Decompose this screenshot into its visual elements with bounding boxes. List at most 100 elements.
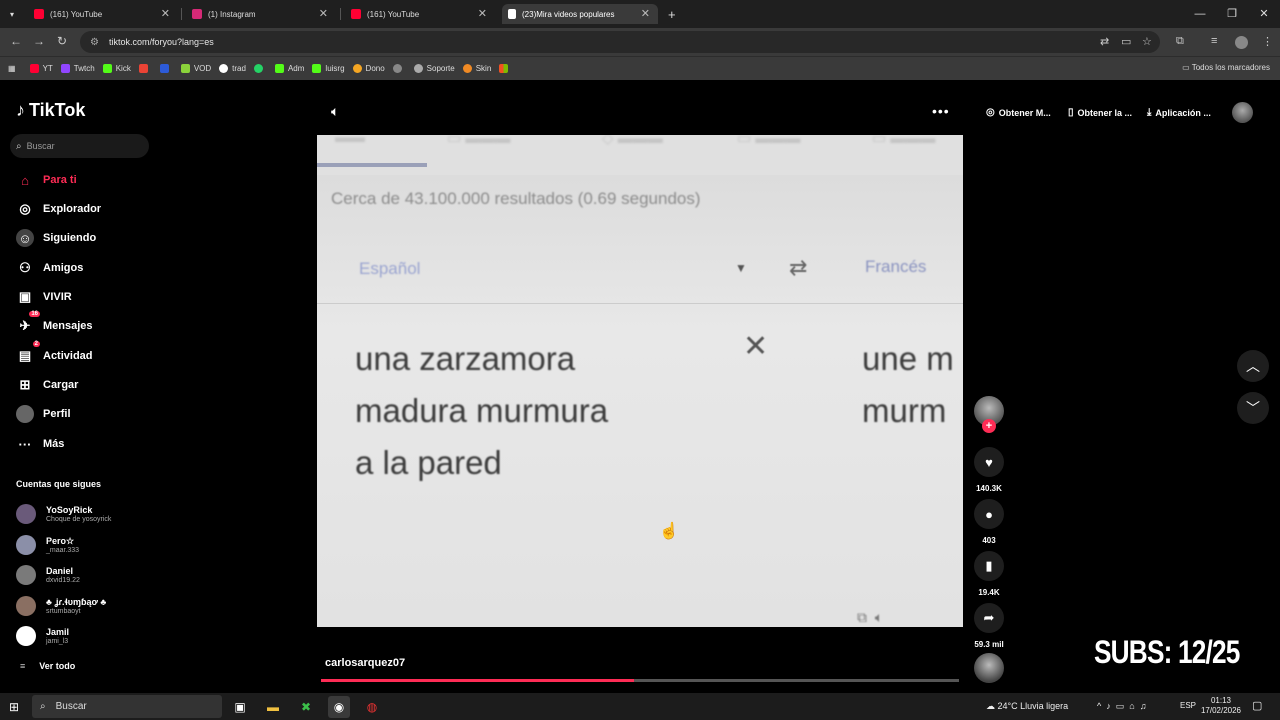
bookmark-xbox[interactable] [392,64,406,73]
tab-tiktok[interactable]: (23)Mira videos populares ✕ [502,4,658,24]
comment-button[interactable]: ● 403 [974,499,1004,545]
nav-para-ti[interactable]: ⌂ Para ti [16,171,77,189]
music-disc-avatar[interactable] [974,653,1004,683]
following-account[interactable]: ♣ ʝɾ.ɬυɱɓąơ ♣ srtumbaoyt [16,596,106,616]
app-link[interactable]: ⤓ Aplicación ... [1147,107,1211,118]
site-info-icon[interactable]: ⚙ [90,37,99,48]
system-tray[interactable]: ^♪▭⌂♫ [1097,701,1151,712]
close-window-icon[interactable]: ✕ [1248,0,1280,28]
bookmark-luisrg[interactable]: luisrg [312,64,345,73]
get-app-link-1[interactable]: ◎ Obtener M... [986,107,1051,118]
profile-avatar-icon[interactable] [1235,36,1248,49]
clock[interactable]: 01:13 17/02/2026 [1200,696,1242,716]
bookmark-star-icon[interactable]: ☆ [1142,35,1152,48]
tab-youtube-1[interactable]: (161) YouTube ✕ [28,4,178,24]
nav-mas[interactable]: ··· Más [16,435,65,453]
get-app-link-2[interactable]: ▯ Obtener la ... [1068,107,1132,118]
recording-app-icon[interactable]: ◍ [361,696,383,718]
nav-vivir[interactable]: ▣ VIVIR [16,288,72,306]
following-account[interactable]: Pero☆ _maar.333 [16,535,79,555]
forward-icon[interactable]: → [33,34,45,48]
video-progress-bar[interactable] [321,679,959,682]
address-bar[interactable]: ⚙ tiktok.com/foryou?lang=es [80,31,1160,53]
nav-cargar[interactable]: ⊞ Cargar [16,376,79,394]
following-account[interactable]: Jamil jami_l3 [16,626,69,646]
tab-youtube-2[interactable]: (161) YouTube ✕ [345,4,495,24]
back-icon[interactable]: ← [10,34,22,48]
weather-widget[interactable]: ☁ 24°C Lluvia ligera [986,701,1068,712]
follow-plus-icon[interactable]: + [982,419,996,433]
video-username[interactable]: carlosarquez07 [325,657,405,669]
tiktok-logo[interactable]: ♪ TikTok [16,100,85,121]
phone-icon: ▯ [1068,107,1074,118]
bookmark-dono[interactable]: Dono [352,64,385,73]
bookmark-microsoft[interactable] [499,64,512,73]
bookmark-twtch[interactable]: Twtch [60,64,95,73]
avatar [16,626,36,646]
dono-icon [352,64,362,73]
next-video-button[interactable]: ﹀ [1237,392,1269,424]
nav-actividad[interactable]: ▤ 2 Actividad [16,341,93,365]
bookmark-gmail[interactable] [138,64,152,73]
following-account[interactable]: Daniel dxvid19.22 [16,565,80,585]
cast-icon[interactable]: ▭ [1121,35,1131,48]
reload-icon[interactable]: ↻ [57,34,67,48]
bookmark-vod[interactable]: VOD [180,64,211,73]
nav-siguiendo[interactable]: ☺ Siguiendo [16,229,96,247]
search-input[interactable]: ⌕ Buscar [10,134,149,158]
following-account[interactable]: YoSoyRick Choque de yosoyrick [16,504,111,524]
video-player[interactable]: ▬▬ ▭ ▬▬▬ ◇ ▬▬▬ ▭ ▬▬▬ ▭ ▬▬▬ Cerca de 43.1… [317,135,963,627]
share-icon: ➦ [974,603,1004,633]
bookmark-trad[interactable]: trad [219,64,246,73]
taskbar-search[interactable]: ⌕ Buscar [32,695,222,718]
google-icon [219,64,229,73]
menu-icon[interactable]: ⋮ [1262,35,1273,48]
nav-perfil[interactable]: Perfil [16,405,71,423]
volume-icon[interactable]: 🔈︎ [331,103,339,120]
see-all-link[interactable]: ≡ Ver todo [20,661,75,671]
nav-explorador[interactable]: ◎ Explorador [16,200,101,218]
new-tab-button[interactable]: + [662,4,682,24]
file-explorer-icon[interactable]: ▬ [262,696,284,718]
media-icon[interactable]: ≡ [1211,35,1217,47]
nav-mensajes[interactable]: ✈ 16 Mensajes [16,311,93,335]
bookmark-label: Adm [287,64,305,73]
active-tab-underline [317,163,427,167]
windows-start-icon[interactable]: ⊞ [9,700,19,714]
bookmark-adm[interactable]: Adm [274,64,305,73]
more-options-icon[interactable]: ••• [932,103,950,119]
nav-amigos[interactable]: ⚇ Amigos [16,259,83,277]
bookmark-soporte[interactable]: Soporte [413,64,455,73]
close-icon[interactable]: ✕ [478,7,487,20]
chrome-icon[interactable]: ◉ [328,696,350,718]
language-indicator[interactable]: ESP [1180,701,1196,710]
close-icon[interactable]: ✕ [161,7,170,20]
notifications-icon[interactable]: ▢ [1252,699,1262,712]
tab-instagram[interactable]: (1) Instagram ✕ [186,4,336,24]
previous-video-button[interactable]: ︿ [1237,350,1269,382]
close-icon[interactable]: ✕ [641,7,650,20]
excel-icon[interactable]: ✖ [295,696,317,718]
restore-icon[interactable]: ❐ [1216,0,1248,28]
activity-icon: ▤ 2 [18,341,40,363]
like-button[interactable]: ♥ 140.3K [974,447,1004,493]
minimize-icon[interactable]: — [1184,0,1216,28]
bookmark-yt[interactable]: YT [29,64,53,73]
close-icon[interactable]: ✕ [319,7,328,20]
bookmark-kick[interactable]: Kick [102,64,131,73]
translate-icon[interactable]: ⇄ [1100,35,1109,48]
bookmark-skin[interactable]: Skin [462,64,491,73]
bookmark-app[interactable] [159,64,173,73]
user-avatar[interactable] [1232,102,1253,123]
folder-icon: ▭ [1182,63,1192,72]
share-button[interactable]: ➦ 59.3 mil [974,603,1004,649]
save-button[interactable]: ▮ 19.4K [974,551,1004,597]
windows-taskbar: ⊞ ⌕ Buscar ▣ ▬ ✖ ◉ ◍ ☁ 24°C Lluvia ligera… [0,693,1280,720]
all-bookmarks[interactable]: ▭ Todos los marcadores [1182,63,1270,72]
kick-icon [312,64,322,73]
task-view-icon[interactable]: ▣ [229,696,251,718]
apps-icon[interactable]: ▦ [8,64,16,73]
tab-list-button[interactable]: ▾ [4,4,24,24]
extensions-icon[interactable]: ⧉ [1176,35,1184,48]
bookmark-whatsapp[interactable] [253,64,267,73]
